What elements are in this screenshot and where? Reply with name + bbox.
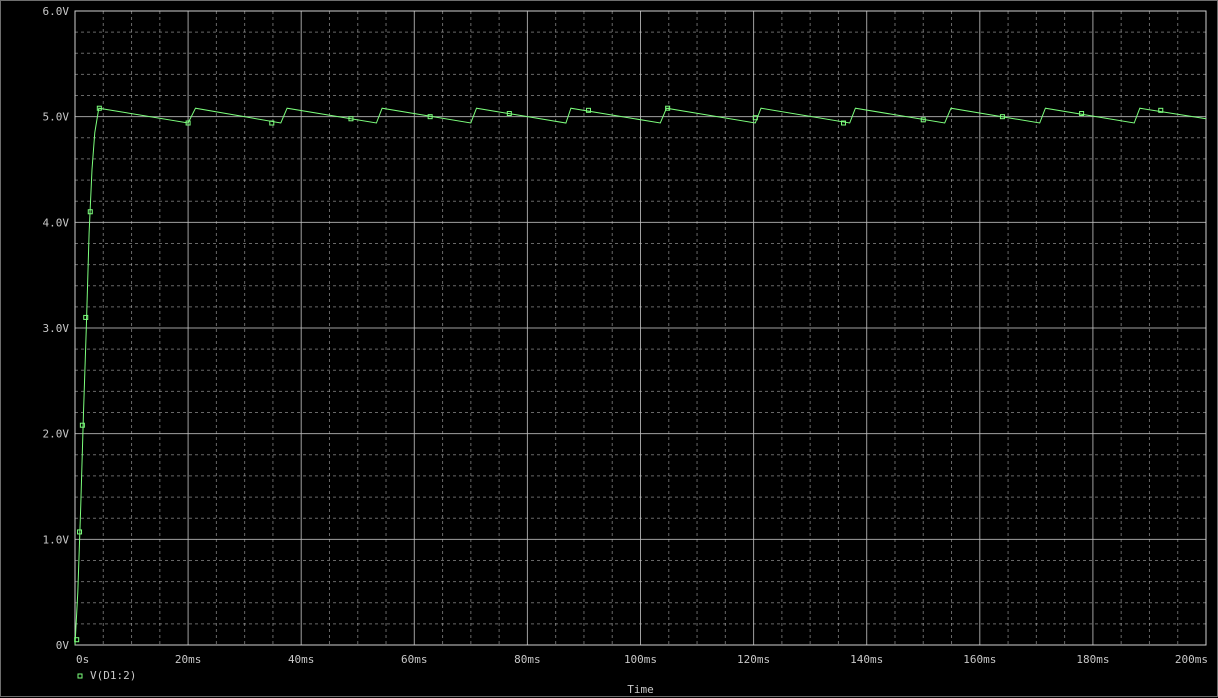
x-tick-label: 0s <box>76 653 89 666</box>
x-tick-label: 80ms <box>514 653 541 666</box>
major-grid <box>74 10 1207 646</box>
voltage-time-chart: 0V 1.0V 2.0V 3.0V 4.0V 5.0V 6.0V 0s 20ms 40ms 60m… <box>43 5 1209 696</box>
x-tick-label: 140ms <box>850 653 883 666</box>
x-tick-label: 160ms <box>963 653 996 666</box>
x-tick-label: 200ms <box>1175 653 1208 666</box>
x-tick-label: 20ms <box>175 653 202 666</box>
x-tick-label: 120ms <box>737 653 770 666</box>
x-tick-label: 40ms <box>288 653 315 666</box>
y-tick-label: 4.0V <box>43 216 70 229</box>
x-tick-label: 60ms <box>401 653 428 666</box>
legend-marker-icon <box>77 673 83 679</box>
y-tick-label: 0V <box>56 639 70 652</box>
y-tick-label: 2.0V <box>43 428 70 441</box>
series-point-marker <box>79 422 85 428</box>
legend-series-label[interactable]: V(D1:2) <box>90 669 136 682</box>
x-axis-title: Time <box>627 683 654 696</box>
y-tick-label: 1.0V <box>43 533 70 546</box>
y-tick-label: 6.0V <box>43 5 70 18</box>
x-tick-label: 100ms <box>624 653 657 666</box>
x-axis-tick-labels: 0s 20ms 40ms 60ms 80ms 100ms 120ms 140ms 160ms 18… <box>76 653 1208 666</box>
plot-window: 0V 1.0V 2.0V 3.0V 4.0V 5.0V 6.0V 0s 20ms 40ms 60m… <box>0 0 1218 697</box>
y-tick-label: 3.0V <box>43 322 70 335</box>
legend[interactable]: V(D1:2) <box>77 669 136 682</box>
y-tick-label: 5.0V <box>43 111 70 124</box>
x-tick-label: 180ms <box>1076 653 1109 666</box>
y-axis-tick-labels: 0V 1.0V 2.0V 3.0V 4.0V 5.0V 6.0V <box>43 5 70 652</box>
